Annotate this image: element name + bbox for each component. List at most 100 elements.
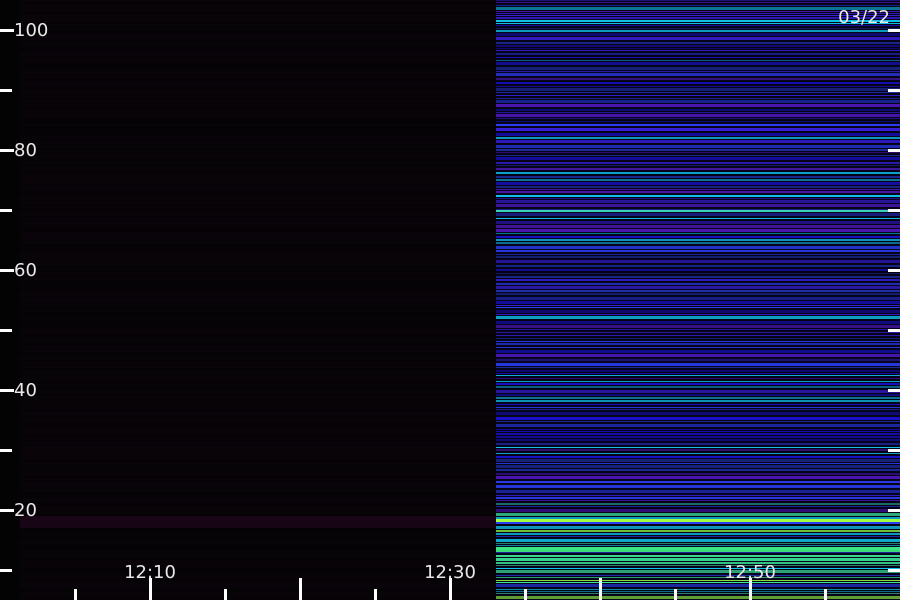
active-row (496, 325, 900, 328)
active-row (496, 133, 900, 136)
quiet-row (20, 86, 496, 88)
active-row (496, 390, 900, 393)
quiet-row (20, 548, 496, 550)
quiet-row (20, 246, 496, 248)
quiet-row (20, 318, 496, 320)
active-row (496, 363, 900, 366)
quiet-row (20, 34, 496, 36)
quiet-row (20, 550, 496, 552)
quiet-row (20, 384, 496, 386)
quiet-row (20, 326, 496, 328)
quiet-row (20, 596, 496, 598)
quiet-row (20, 46, 496, 48)
active-row (496, 378, 900, 379)
quiet-row (20, 366, 496, 368)
active-row (496, 155, 900, 156)
active-row (496, 246, 900, 249)
quiet-row (20, 306, 496, 308)
quiet-row (20, 142, 496, 144)
active-row (496, 124, 900, 126)
active-row (496, 476, 900, 479)
active-row (496, 86, 900, 87)
active-row (496, 109, 900, 111)
active-row (496, 473, 900, 475)
quiet-row (20, 26, 496, 28)
active-row (496, 575, 900, 576)
quiet-row (20, 554, 496, 556)
active-row (496, 162, 900, 164)
quiet-row (20, 468, 496, 470)
y-tick-minor-right (888, 209, 900, 212)
active-row (496, 239, 900, 241)
quiet-row (20, 356, 496, 358)
y-tick-minor-left (0, 329, 12, 332)
active-row (496, 400, 900, 402)
quiet-row (20, 12, 496, 14)
active-highlight-line (496, 210, 900, 212)
active-row (496, 565, 900, 566)
x-tick-minor (74, 589, 77, 600)
active-row (496, 383, 900, 385)
quiet-row (20, 76, 496, 78)
quiet-row (20, 22, 496, 24)
quiet-row (20, 258, 496, 260)
quiet-row (20, 42, 496, 44)
quiet-row (20, 140, 496, 142)
quiet-row (20, 450, 496, 452)
quiet-row (20, 154, 496, 156)
active-highlight-line (496, 547, 900, 552)
active-row (496, 409, 900, 410)
x-tick-minor (824, 589, 827, 600)
active-row (496, 545, 900, 546)
active-row (496, 506, 900, 507)
active-row (496, 2, 900, 3)
quiet-row (20, 320, 496, 322)
quiet-row (20, 404, 496, 406)
quiet-row (20, 134, 496, 136)
quiet-row (20, 474, 496, 476)
quiet-row (20, 106, 496, 108)
quiet-row (20, 456, 496, 458)
quiet-row (20, 56, 496, 58)
quiet-row (20, 58, 496, 60)
active-row (496, 359, 900, 361)
quiet-row (20, 362, 496, 364)
active-row (496, 179, 900, 181)
quiet-row (20, 114, 496, 116)
quiet-row (20, 276, 496, 278)
active-row (496, 301, 900, 304)
active-row (496, 431, 900, 432)
active-row (496, 582, 900, 583)
quiet-row (20, 20, 496, 22)
x-tick-minor (299, 578, 302, 600)
quiet-row (20, 250, 496, 252)
active-row (496, 165, 900, 166)
active-highlight-line (496, 519, 900, 522)
quiet-row (20, 74, 496, 76)
y-tick-major-left (0, 389, 14, 392)
quiet-row (20, 268, 496, 270)
quiet-row (20, 212, 496, 214)
y-tick-label: 40 (14, 380, 37, 401)
y-tick-minor-right (888, 569, 900, 572)
quiet-row (20, 546, 496, 548)
active-row (496, 316, 900, 319)
quiet-row (20, 10, 496, 12)
active-row (496, 200, 900, 203)
active-row (496, 433, 900, 435)
quiet-row (20, 498, 496, 500)
active-row (496, 33, 900, 36)
active-row (496, 290, 900, 292)
active-row (496, 225, 900, 228)
active-row (496, 297, 900, 300)
quiet-row (20, 444, 496, 446)
quiet-row (20, 88, 496, 90)
active-row (496, 568, 900, 569)
quiet-row (20, 410, 496, 412)
quiet-row (20, 2, 496, 4)
quiet-row (20, 330, 496, 332)
quiet-row (20, 372, 496, 374)
active-row (496, 265, 900, 267)
quiet-row (20, 364, 496, 366)
quiet-row (20, 80, 496, 82)
